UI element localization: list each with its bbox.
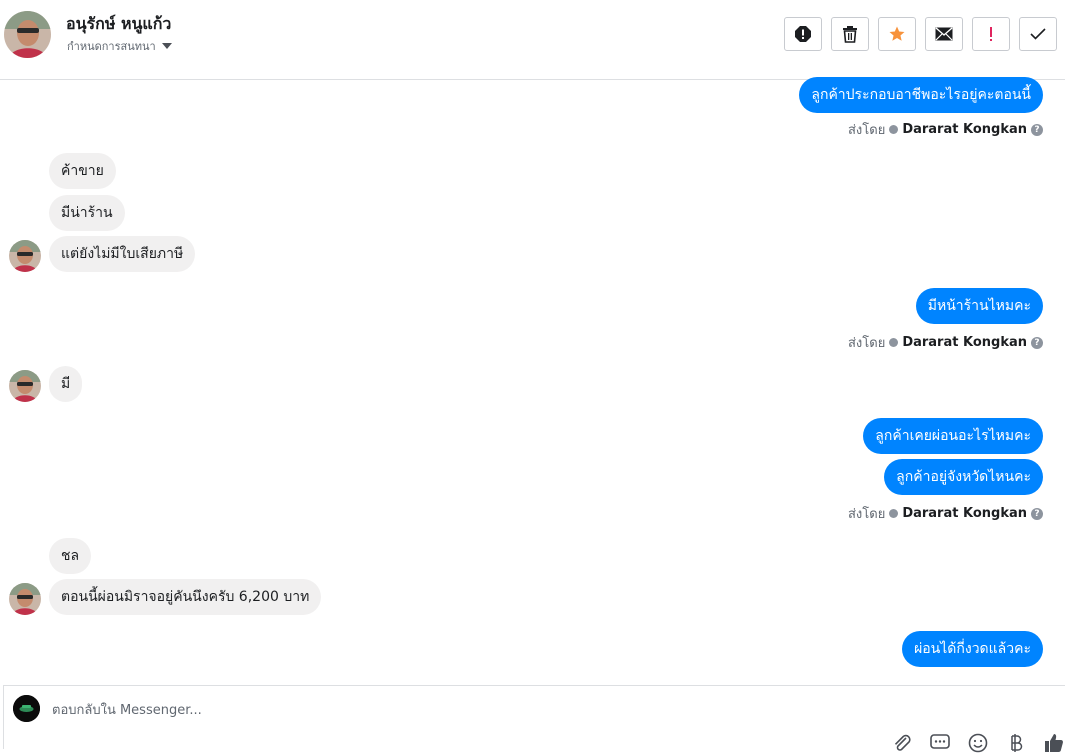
page-avatar xyxy=(13,695,40,722)
mark-unread-button[interactable] xyxy=(925,17,963,51)
star-icon xyxy=(889,26,905,41)
sender-name: Dararat Kongkan xyxy=(902,335,1027,350)
outgoing-message: ผ่อนได้กี่งวดแล้วคะ xyxy=(902,631,1043,667)
conversation-actions xyxy=(784,17,1057,51)
spam-icon xyxy=(795,26,811,42)
sent-by-info: ส่งโดย Dararat Kongkan ? xyxy=(848,503,1043,524)
verified-icon xyxy=(889,509,899,518)
message-text: แต่ยังไม่มีใบเสียภาษี xyxy=(49,236,196,272)
message-text: ลูกค้าอยู่จังหวัดไหนคะ xyxy=(884,459,1043,495)
message-text: ลูกค้าเคยผ่อนอะไรไหมคะ xyxy=(863,418,1043,454)
sent-by-label: ส่งโดย xyxy=(847,507,886,522)
outgoing-message: ลูกค้าประกอบอาชีพอะไรอยู่คะตอนนี้ xyxy=(799,77,1043,113)
incoming-message: มีน่าร้าน xyxy=(49,195,125,231)
sender-avatar xyxy=(9,583,41,615)
assign-conversation-label: กำหนดการสนทนา xyxy=(67,40,156,53)
star-button[interactable] xyxy=(878,17,916,51)
incoming-message: ค้าขาย xyxy=(49,153,116,189)
reply-composer xyxy=(3,685,1065,753)
mark-done-button[interactable] xyxy=(1019,17,1057,51)
sender-name: Dararat Kongkan xyxy=(902,506,1027,521)
message-text: มีน่าร้าน xyxy=(49,195,125,231)
emoji-icon[interactable] xyxy=(967,732,989,754)
help-icon[interactable]: ? xyxy=(1031,123,1043,136)
sent-by-info: ส่งโดย Dararat Kongkan ? xyxy=(848,119,1043,140)
follow-up-button[interactable] xyxy=(972,17,1010,51)
check-icon xyxy=(1030,28,1046,40)
assign-conversation-dropdown[interactable]: กำหนดการสนทนา xyxy=(67,37,172,55)
like-icon[interactable] xyxy=(1043,732,1065,754)
incoming-message: มี xyxy=(49,366,83,402)
verified-icon xyxy=(889,338,899,347)
contact-name: อนุรักษ์ หนูแก้ว xyxy=(66,14,172,33)
message-text: ลูกค้าประกอบอาชีพอะไรอยู่คะตอนนี้ xyxy=(799,77,1043,113)
verified-icon xyxy=(889,125,899,134)
message-text: ค้าขาย xyxy=(49,153,116,189)
message-text: ตอนนี้ผ่อนมิราจอยู่คันนึงครับ 6,200 บาท xyxy=(49,579,322,615)
sender-avatar xyxy=(9,370,41,402)
reply-input[interactable] xyxy=(52,700,952,720)
trash-icon xyxy=(843,26,857,43)
attach-icon[interactable] xyxy=(891,732,913,754)
outgoing-message: ลูกค้าเคยผ่อนอะไรไหมคะ xyxy=(863,418,1043,454)
outgoing-message: ลูกค้าอยู่จังหวัดไหนคะ xyxy=(884,459,1043,495)
saved-reply-icon[interactable] xyxy=(929,732,951,754)
outgoing-message: มีหน้าร้านไหมคะ xyxy=(915,288,1043,324)
composer-tools xyxy=(891,732,1065,754)
help-icon[interactable]: ? xyxy=(1031,507,1043,520)
sender-avatar xyxy=(9,240,41,272)
sent-by-info: ส่งโดย Dararat Kongkan ? xyxy=(848,332,1043,353)
mail-icon xyxy=(935,27,953,41)
message-text: มีหน้าร้านไหมคะ xyxy=(915,288,1043,324)
help-icon[interactable]: ? xyxy=(1031,336,1043,349)
sent-by-label: ส่งโดย xyxy=(847,123,886,138)
message-text: ชล xyxy=(49,538,92,574)
incoming-message: แต่ยังไม่มีใบเสียภาษี xyxy=(49,236,196,272)
currency-icon[interactable] xyxy=(1005,732,1027,754)
exclamation-icon xyxy=(990,27,992,41)
conversation-header: อนุรักษ์ หนูแก้ว กำหนดการสนทนา xyxy=(0,0,1065,80)
incoming-message: ตอนนี้ผ่อนมิราจอยู่คันนึงครับ 6,200 บาท xyxy=(49,579,322,615)
incoming-message: ชล xyxy=(49,538,92,574)
sent-by-label: ส่งโดย xyxy=(847,336,886,351)
delete-button[interactable] xyxy=(831,17,869,51)
contact-avatar[interactable] xyxy=(4,11,51,58)
message-text: มี xyxy=(49,366,83,402)
mark-spam-button[interactable] xyxy=(784,17,822,51)
message-text: ผ่อนได้กี่งวดแล้วคะ xyxy=(902,631,1043,667)
sender-name: Dararat Kongkan xyxy=(902,122,1027,137)
chevron-down-icon xyxy=(161,43,172,49)
